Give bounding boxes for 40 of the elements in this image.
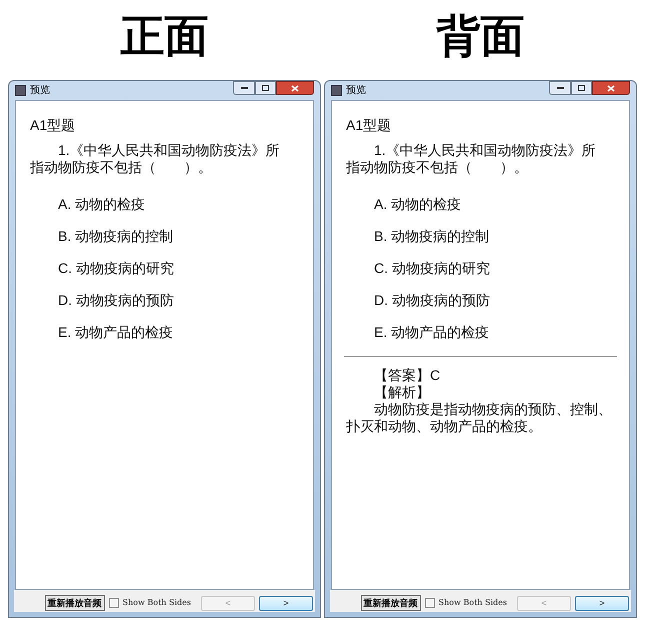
show-both-sides-label: Show Both Sides	[122, 597, 191, 609]
side-heading: 背面	[436, 10, 524, 64]
show-both-sides-checkbox[interactable]	[424, 598, 435, 608]
answer-option: C. 动物疫病的研究	[30, 260, 299, 277]
minimize-button[interactable]	[549, 81, 571, 95]
maximize-button[interactable]	[571, 81, 592, 95]
question-text: 1.《中华人民共和国动物防疫法》所指动物防疫不包括（ ）。	[30, 142, 281, 176]
answer-label: 【答案】	[374, 367, 430, 383]
answer-option: A. 动物的检疫	[30, 196, 299, 213]
answer-option: B. 动物疫病的控制	[30, 228, 299, 245]
answer-option: D. 动物疫病的预防	[30, 292, 299, 309]
explanation-text: 动物防疫是指动物疫病的预防、控制、扑灭和动物、动物产品的检疫。	[346, 401, 613, 435]
minimize-button[interactable]	[233, 81, 255, 95]
app-icon	[15, 85, 26, 96]
app-icon	[331, 85, 342, 96]
section-title: A1型题	[30, 117, 76, 134]
maximize-button[interactable]	[255, 81, 276, 95]
explanation-label: 【解析】	[373, 384, 431, 401]
answer-option: C. 动物疫病的研究	[346, 260, 615, 277]
window-title: 预览	[30, 84, 50, 98]
answer-value: C	[430, 367, 440, 383]
next-button[interactable]: >	[575, 596, 629, 610]
window-title: 预览	[346, 84, 366, 98]
close-icon	[607, 84, 615, 92]
answer-option: B. 动物疫病的控制	[346, 228, 615, 245]
answer-option: E. 动物产品的检疫	[346, 324, 615, 341]
answer-option: A. 动物的检疫	[346, 196, 615, 213]
show-both-sides-label: Show Both Sides	[438, 597, 507, 609]
show-both-sides-checkbox[interactable]	[108, 598, 119, 608]
answer-option: E. 动物产品的检疫	[30, 324, 299, 341]
section-title: A1型题	[346, 117, 392, 134]
replay-audio-button[interactable]: 重新播放音频	[44, 595, 105, 611]
answer-option: D. 动物疫病的预防	[346, 292, 615, 309]
question-text: 1.《中华人民共和国动物防疫法》所指动物防疫不包括（ ）。	[346, 142, 597, 176]
side-heading: 正面	[120, 10, 208, 64]
close-icon	[291, 84, 299, 92]
close-button[interactable]	[276, 81, 314, 95]
next-button[interactable]: >	[259, 596, 313, 610]
replay-audio-button[interactable]: 重新播放音频	[360, 595, 421, 611]
close-button[interactable]	[592, 81, 630, 95]
